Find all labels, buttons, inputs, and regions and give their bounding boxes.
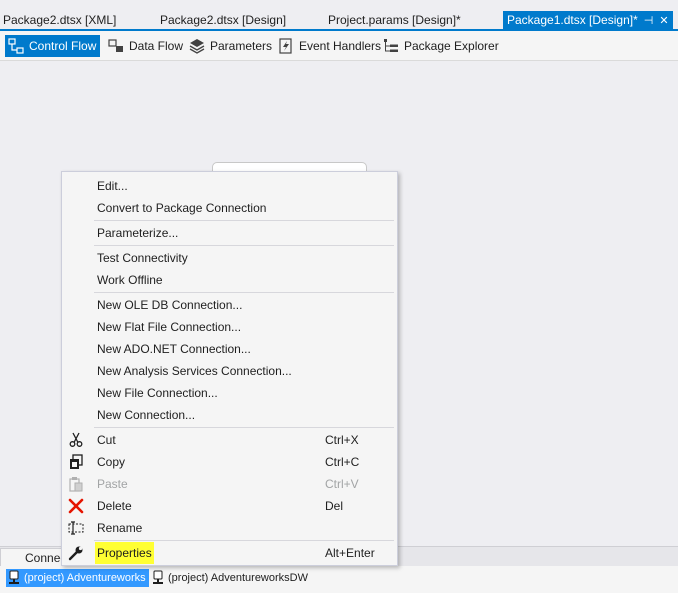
menu-item-label: New Connection... bbox=[97, 408, 196, 422]
menu-separator bbox=[94, 427, 394, 428]
menu-item-shortcut: Ctrl+X bbox=[325, 433, 359, 447]
doc-tab-label: Package2.dtsx [XML] bbox=[3, 13, 117, 27]
menu-separator bbox=[94, 220, 394, 221]
connection-adventureworksdw[interactable]: (project) AdventureworksDW bbox=[150, 569, 311, 587]
menu-item-label: New File Connection... bbox=[97, 386, 218, 400]
menu-item-test-connectivity[interactable]: Test Connectivity bbox=[62, 247, 397, 269]
menu-item-label: Paste bbox=[97, 477, 128, 491]
menu-item-parameterize[interactable]: Parameterize... bbox=[62, 222, 397, 244]
menu-item-new-file-connection[interactable]: New File Connection... bbox=[62, 382, 397, 404]
control-flow-icon bbox=[7, 38, 25, 54]
connection-managers-tray: (project) Adventureworks (project) Adven… bbox=[0, 566, 678, 593]
menu-item-new-oledb-connection[interactable]: New OLE DB Connection... bbox=[62, 294, 397, 316]
tab-control-flow[interactable]: Control Flow bbox=[5, 35, 101, 57]
tab-label: Package Explorer bbox=[404, 39, 499, 53]
menu-item-cut[interactable]: Cut Ctrl+X bbox=[62, 429, 397, 451]
tab-parameters[interactable]: Parameters bbox=[186, 35, 276, 57]
delete-icon bbox=[68, 498, 84, 514]
menu-item-properties[interactable]: Properties Alt+Enter bbox=[62, 542, 397, 564]
parameters-icon bbox=[188, 38, 206, 54]
menu-item-label: Parameterize... bbox=[97, 226, 179, 240]
context-menu: Edit... Convert to Package Connection Pa… bbox=[61, 171, 398, 566]
menu-item-label: Rename bbox=[97, 521, 143, 535]
tab-event-handlers[interactable]: Event Handlers bbox=[275, 35, 385, 57]
menu-item-shortcut: Ctrl+V bbox=[325, 477, 359, 491]
doc-tab-label: Package2.dtsx [Design] bbox=[160, 13, 287, 27]
menu-item-new-flat-file-connection[interactable]: New Flat File Connection... bbox=[62, 316, 397, 338]
tab-label: Parameters bbox=[210, 39, 273, 53]
tab-label: Event Handlers bbox=[299, 39, 382, 53]
doc-tab-package2-design[interactable]: Package2.dtsx [Design] bbox=[160, 11, 286, 29]
menu-separator bbox=[94, 292, 394, 293]
menu-item-shortcut: Del bbox=[325, 499, 344, 513]
connection-label: (project) Adventureworks bbox=[24, 572, 146, 584]
rename-icon bbox=[68, 520, 84, 536]
pin-icon[interactable]: ⊣ bbox=[644, 12, 654, 30]
connection-adventureworks[interactable]: (project) Adventureworks bbox=[6, 569, 149, 587]
connection-icon bbox=[150, 570, 166, 586]
event-handlers-icon bbox=[277, 38, 295, 54]
menu-item-label: Convert to Package Connection bbox=[97, 201, 267, 215]
menu-item-copy[interactable]: Copy Ctrl+C bbox=[62, 451, 397, 473]
tab-label: Data Flow bbox=[129, 39, 184, 53]
scissors-icon bbox=[68, 432, 84, 448]
tab-package-explorer[interactable]: Package Explorer bbox=[380, 35, 503, 57]
document-tab-bar: Package2.dtsx [XML] Package2.dtsx [Desig… bbox=[0, 0, 678, 30]
package-explorer-icon bbox=[382, 38, 400, 54]
doc-tab-label: Project.params [Design]* bbox=[328, 13, 461, 27]
menu-item-work-offline[interactable]: Work Offline bbox=[62, 269, 397, 291]
tab-label: Control Flow bbox=[29, 39, 97, 53]
menu-item-label: Delete bbox=[97, 499, 132, 513]
menu-item-paste[interactable]: Paste Ctrl+V bbox=[62, 473, 397, 495]
connection-icon bbox=[6, 570, 22, 586]
paste-icon bbox=[68, 476, 84, 492]
tab-data-flow[interactable]: Data Flow bbox=[105, 35, 187, 57]
connection-label: (project) AdventureworksDW bbox=[168, 572, 308, 584]
menu-item-new-analysis-services-connection[interactable]: New Analysis Services Connection... bbox=[62, 360, 397, 382]
wrench-icon bbox=[68, 545, 84, 561]
menu-item-shortcut: Ctrl+C bbox=[325, 455, 360, 469]
data-flow-icon bbox=[107, 38, 125, 54]
menu-item-rename[interactable]: Rename bbox=[62, 517, 397, 539]
designer-tab-bar: Control Flow Data Flow Parameters Event … bbox=[0, 31, 678, 61]
menu-item-label: New Flat File Connection... bbox=[97, 320, 242, 334]
menu-item-label: New ADO.NET Connection... bbox=[97, 342, 251, 356]
doc-tab-label: Package1.dtsx [Design]* bbox=[507, 13, 638, 27]
menu-item-convert-to-package-connection[interactable]: Convert to Package Connection bbox=[62, 197, 397, 219]
menu-item-delete[interactable]: Delete Del bbox=[62, 495, 397, 517]
menu-item-edit[interactable]: Edit... bbox=[62, 175, 397, 197]
doc-tab-package2-xml[interactable]: Package2.dtsx [XML] bbox=[3, 11, 116, 29]
menu-item-label: Copy bbox=[97, 455, 126, 469]
doc-tab-package1-design[interactable]: Package1.dtsx [Design]* ⊣ ✕ bbox=[503, 11, 673, 30]
menu-separator bbox=[94, 540, 394, 541]
menu-item-label: Properties bbox=[95, 542, 154, 564]
menu-item-label: Work Offline bbox=[97, 273, 163, 287]
menu-item-label: New Analysis Services Connection... bbox=[97, 364, 292, 378]
menu-item-new-connection[interactable]: New Connection... bbox=[62, 404, 397, 426]
copy-icon bbox=[68, 454, 84, 470]
menu-item-label: New OLE DB Connection... bbox=[97, 298, 243, 312]
doc-tab-project-params[interactable]: Project.params [Design]* bbox=[328, 11, 461, 29]
menu-item-label: Cut bbox=[97, 433, 116, 447]
close-icon[interactable]: ✕ bbox=[659, 12, 668, 30]
menu-item-label: Test Connectivity bbox=[97, 251, 188, 265]
menu-separator bbox=[94, 245, 394, 246]
menu-item-new-adonet-connection[interactable]: New ADO.NET Connection... bbox=[62, 338, 397, 360]
menu-item-shortcut: Alt+Enter bbox=[325, 546, 375, 560]
menu-item-label: Edit... bbox=[97, 179, 128, 193]
